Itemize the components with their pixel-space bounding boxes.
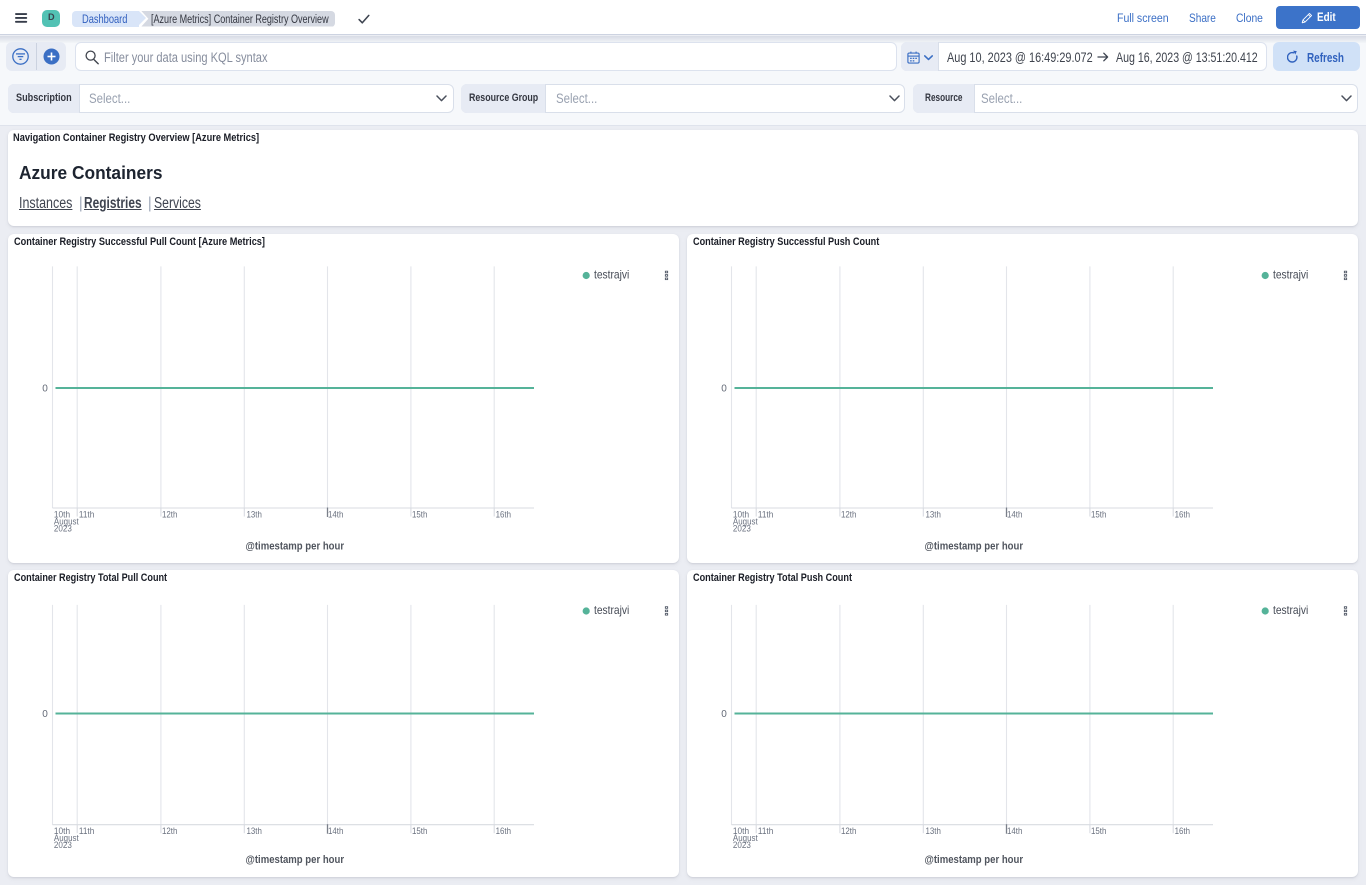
svg-text:2023: 2023 <box>54 524 72 534</box>
svg-text:@timestamp per hour: @timestamp per hour <box>246 541 345 553</box>
svg-text:15th: 15th <box>1091 825 1106 835</box>
svg-text:11th: 11th <box>758 825 774 835</box>
svg-text:14th: 14th <box>328 825 343 835</box>
svg-text:16th: 16th <box>1175 825 1190 835</box>
svg-text:testrajvi: testrajvi <box>1273 603 1308 616</box>
svg-text:@timestamp per hour: @timestamp per hour <box>925 854 1024 866</box>
svg-text:testrajvi: testrajvi <box>594 603 629 616</box>
svg-text:11th: 11th <box>758 509 774 519</box>
svg-text:2023: 2023 <box>733 840 751 850</box>
svg-text:@timestamp per hour: @timestamp per hour <box>246 854 345 866</box>
svg-text:0: 0 <box>721 384 727 395</box>
svg-text:@timestamp per hour: @timestamp per hour <box>925 541 1024 553</box>
svg-text:testrajvi: testrajvi <box>594 268 629 281</box>
svg-text:0: 0 <box>42 709 48 720</box>
svg-text:2023: 2023 <box>733 524 751 534</box>
svg-text:16th: 16th <box>496 509 511 519</box>
svg-text:14th: 14th <box>328 509 343 519</box>
svg-text:16th: 16th <box>496 825 511 835</box>
svg-text:13th: 13th <box>926 509 941 519</box>
svg-text:12th: 12th <box>841 825 856 835</box>
svg-text:14th: 14th <box>1007 509 1022 519</box>
svg-text:15th: 15th <box>412 825 427 835</box>
svg-text:13th: 13th <box>247 509 262 519</box>
svg-text:12th: 12th <box>162 825 177 835</box>
svg-text:12th: 12th <box>841 509 856 519</box>
svg-text:13th: 13th <box>247 825 262 835</box>
svg-text:14th: 14th <box>1007 825 1022 835</box>
svg-text:2023: 2023 <box>54 840 72 850</box>
svg-text:13th: 13th <box>926 825 941 835</box>
svg-text:0: 0 <box>721 709 727 720</box>
svg-text:15th: 15th <box>1091 509 1106 519</box>
svg-text:12th: 12th <box>162 509 177 519</box>
svg-text:0: 0 <box>42 384 48 395</box>
svg-text:11th: 11th <box>79 825 95 835</box>
svg-text:testrajvi: testrajvi <box>1273 268 1308 281</box>
svg-text:11th: 11th <box>79 509 95 519</box>
svg-text:15th: 15th <box>412 509 427 519</box>
svg-text:16th: 16th <box>1175 509 1190 519</box>
